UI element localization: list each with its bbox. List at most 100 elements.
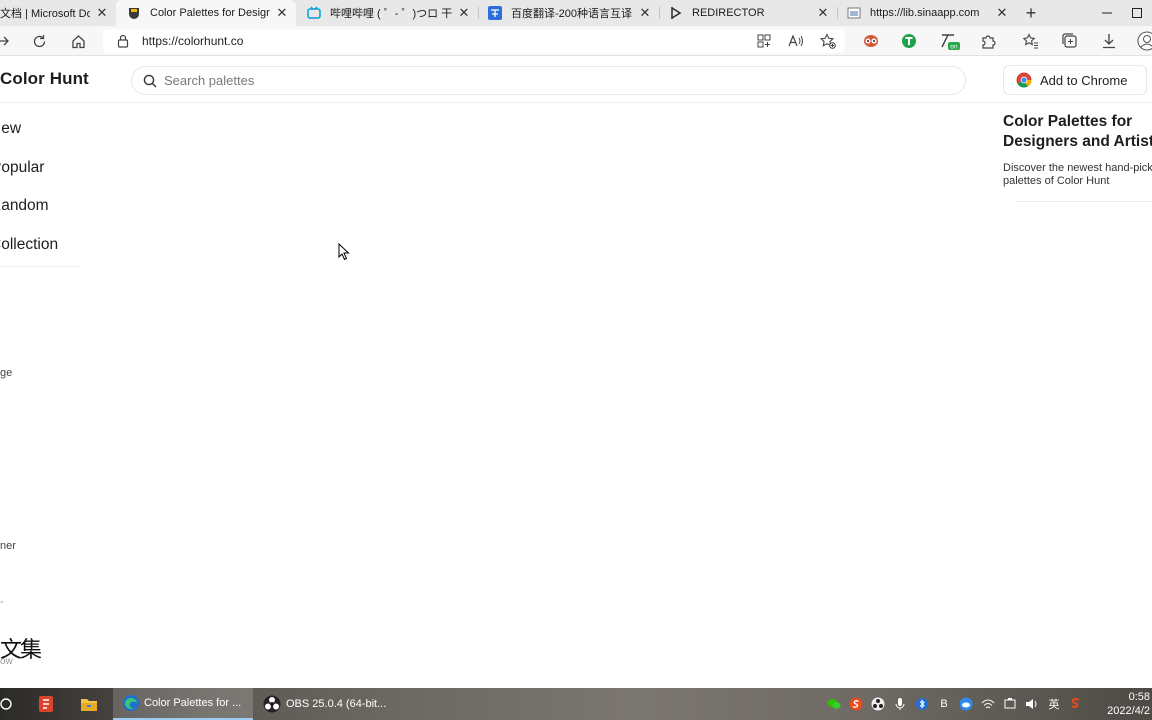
side-tag-fragment[interactable]: ner	[0, 540, 16, 552]
nav-divider	[0, 266, 80, 267]
windows-taskbar: Color Palettes for ... OBS 25.0.4 (64-bi…	[0, 688, 1152, 720]
tab-title: https://lib.sinaapp.com	[870, 7, 980, 19]
home-icon[interactable]	[67, 30, 89, 52]
nav-popular[interactable]: Popular	[0, 159, 44, 177]
browser-tab-strip: 文档 | Microsoft Docs ✕ Color Palettes for…	[0, 0, 1152, 26]
chrome-icon	[1016, 72, 1032, 88]
panel-title-line: Designers and Artists	[1003, 133, 1152, 150]
profile-avatar-icon[interactable]	[1136, 30, 1152, 52]
app-red-icon[interactable]	[34, 688, 58, 720]
read-aloud-icon[interactable]	[785, 31, 807, 51]
colorhunt-favicon-icon	[126, 5, 142, 21]
taskbar-item-label: Color Palettes for ...	[144, 697, 242, 709]
tab-title: REDIRECTOR	[692, 7, 765, 19]
close-icon[interactable]: ✕	[94, 5, 110, 21]
window-controls	[1092, 0, 1152, 26]
add-to-chrome-button[interactable]: Add to Chrome	[1003, 65, 1147, 95]
refresh-icon[interactable]	[28, 30, 50, 52]
ime-indicator[interactable]: 英	[1046, 696, 1062, 712]
search-icon	[142, 73, 158, 89]
tab-title: 文档 | Microsoft Docs	[0, 8, 90, 20]
bilibili-icon	[306, 5, 322, 21]
extension-owl-icon[interactable]	[860, 30, 882, 52]
search-box[interactable]	[131, 66, 966, 95]
baidu-translate-icon	[487, 5, 503, 21]
tab-redirector[interactable]: REDIRECTOR ✕	[660, 0, 837, 26]
wechat-icon[interactable]	[826, 696, 842, 712]
address-bar-actions	[753, 31, 839, 51]
clock-time: 0:58	[1128, 691, 1150, 703]
side-tag-fragment[interactable]: ge	[0, 367, 12, 379]
browser-toolbar: https://colorhunt.co on	[0, 26, 1152, 56]
nav-collection[interactable]: Collection	[0, 236, 58, 254]
close-icon[interactable]: ✕	[637, 5, 653, 21]
panel-description-line: Discover the newest hand-picked	[1003, 162, 1152, 174]
app-available-icon[interactable]	[753, 31, 775, 51]
close-icon[interactable]: ✕	[994, 5, 1010, 21]
nav-new[interactable]: New	[0, 120, 21, 138]
page-icon	[846, 5, 862, 21]
tab-title: 哔哩哔哩 ( ゜- ゜)つロ 干杯	[330, 8, 452, 20]
search-taskbar-icon[interactable]	[0, 688, 18, 720]
edge-icon	[121, 693, 141, 713]
close-icon[interactable]: ✕	[456, 5, 472, 21]
obs-tray-icon[interactable]	[870, 696, 886, 712]
taskbar-obs-item[interactable]: OBS 25.0.4 (64-bit...	[256, 688, 396, 720]
side-tag-fragment: ow	[0, 656, 13, 667]
close-icon[interactable]: ✕	[274, 5, 290, 21]
add-favorite-icon[interactable]	[817, 31, 839, 51]
tray-b-icon[interactable]: B	[936, 696, 952, 712]
tab-title: 百度翻译-200种语言互译	[511, 8, 633, 20]
extension-on-icon[interactable]: on	[939, 30, 961, 52]
forward-icon[interactable]	[0, 30, 14, 52]
intro-panel: Color Palettes for Designers and Artists…	[1003, 112, 1152, 202]
tab-title: Color Palettes for Designers	[150, 7, 270, 19]
nav-label: Popular	[0, 159, 45, 176]
file-explorer-icon[interactable]	[77, 688, 101, 720]
panel-divider	[1015, 201, 1152, 202]
svg-text:on: on	[950, 44, 958, 51]
panel-description: Discover the newest hand-picked palettes…	[1003, 162, 1152, 188]
panel-title: Color Palettes for Designers and Artists	[1003, 112, 1152, 152]
panel-title-line: Color Palettes for	[1003, 113, 1133, 130]
volume-icon[interactable]	[1024, 696, 1040, 712]
site-header: Color Hunt Add to Chrome	[0, 57, 1152, 103]
tab-sinaapp[interactable]: https://lib.sinaapp.com ✕	[838, 0, 1016, 26]
add-to-chrome-label: Add to Chrome	[1040, 72, 1128, 88]
microphone-icon[interactable]	[892, 696, 908, 712]
obs-icon	[262, 694, 282, 714]
close-icon[interactable]: ✕	[815, 5, 831, 21]
mouse-cursor-icon	[338, 243, 350, 261]
battery-icon[interactable]	[1002, 696, 1018, 712]
address-bar[interactable]: https://colorhunt.co	[103, 29, 845, 53]
side-tag-fragment[interactable]: -	[0, 596, 4, 608]
sogou-input-icon[interactable]	[1068, 696, 1084, 712]
nav-label: Random	[0, 197, 49, 214]
site-logo[interactable]: Color Hunt	[0, 69, 89, 89]
minimize-icon[interactable]	[1092, 0, 1122, 26]
sogou-icon[interactable]	[848, 696, 864, 712]
downloads-icon[interactable]	[1098, 30, 1120, 52]
lock-icon[interactable]	[115, 33, 131, 49]
tab-microsoft-docs[interactable]: 文档 | Microsoft Docs ✕	[0, 0, 116, 26]
tab-bilibili[interactable]: 哔哩哔哩 ( ゜- ゜)つロ 干杯 ✕	[296, 0, 478, 26]
nav-random[interactable]: Random	[0, 197, 49, 215]
panel-description-line: palettes of Color Hunt	[1003, 175, 1110, 187]
extension-t-icon[interactable]	[898, 30, 920, 52]
taskbar-item-label: OBS 25.0.4 (64-bit...	[286, 698, 387, 710]
url-text[interactable]: https://colorhunt.co	[142, 34, 243, 48]
wifi-icon[interactable]	[980, 696, 996, 712]
extensions-puzzle-icon[interactable]	[977, 30, 999, 52]
new-tab-button[interactable]: +	[1016, 0, 1046, 26]
cloud-tray-icon[interactable]	[958, 696, 974, 712]
collections-icon[interactable]	[1059, 30, 1081, 52]
bluetooth-icon[interactable]	[914, 696, 930, 712]
system-clock[interactable]: 0:58 2022/4/2	[1107, 690, 1150, 718]
search-input[interactable]	[164, 73, 924, 88]
favorites-icon[interactable]	[1020, 30, 1042, 52]
tab-color-palettes[interactable]: Color Palettes for Designers ✕	[116, 0, 296, 26]
taskbar-edge-item[interactable]: Color Palettes for ...	[113, 688, 253, 720]
tab-baidu-translate[interactable]: 百度翻译-200种语言互译 ✕	[479, 0, 659, 26]
maximize-icon[interactable]	[1122, 0, 1152, 26]
nav-label: Collection	[0, 236, 59, 253]
